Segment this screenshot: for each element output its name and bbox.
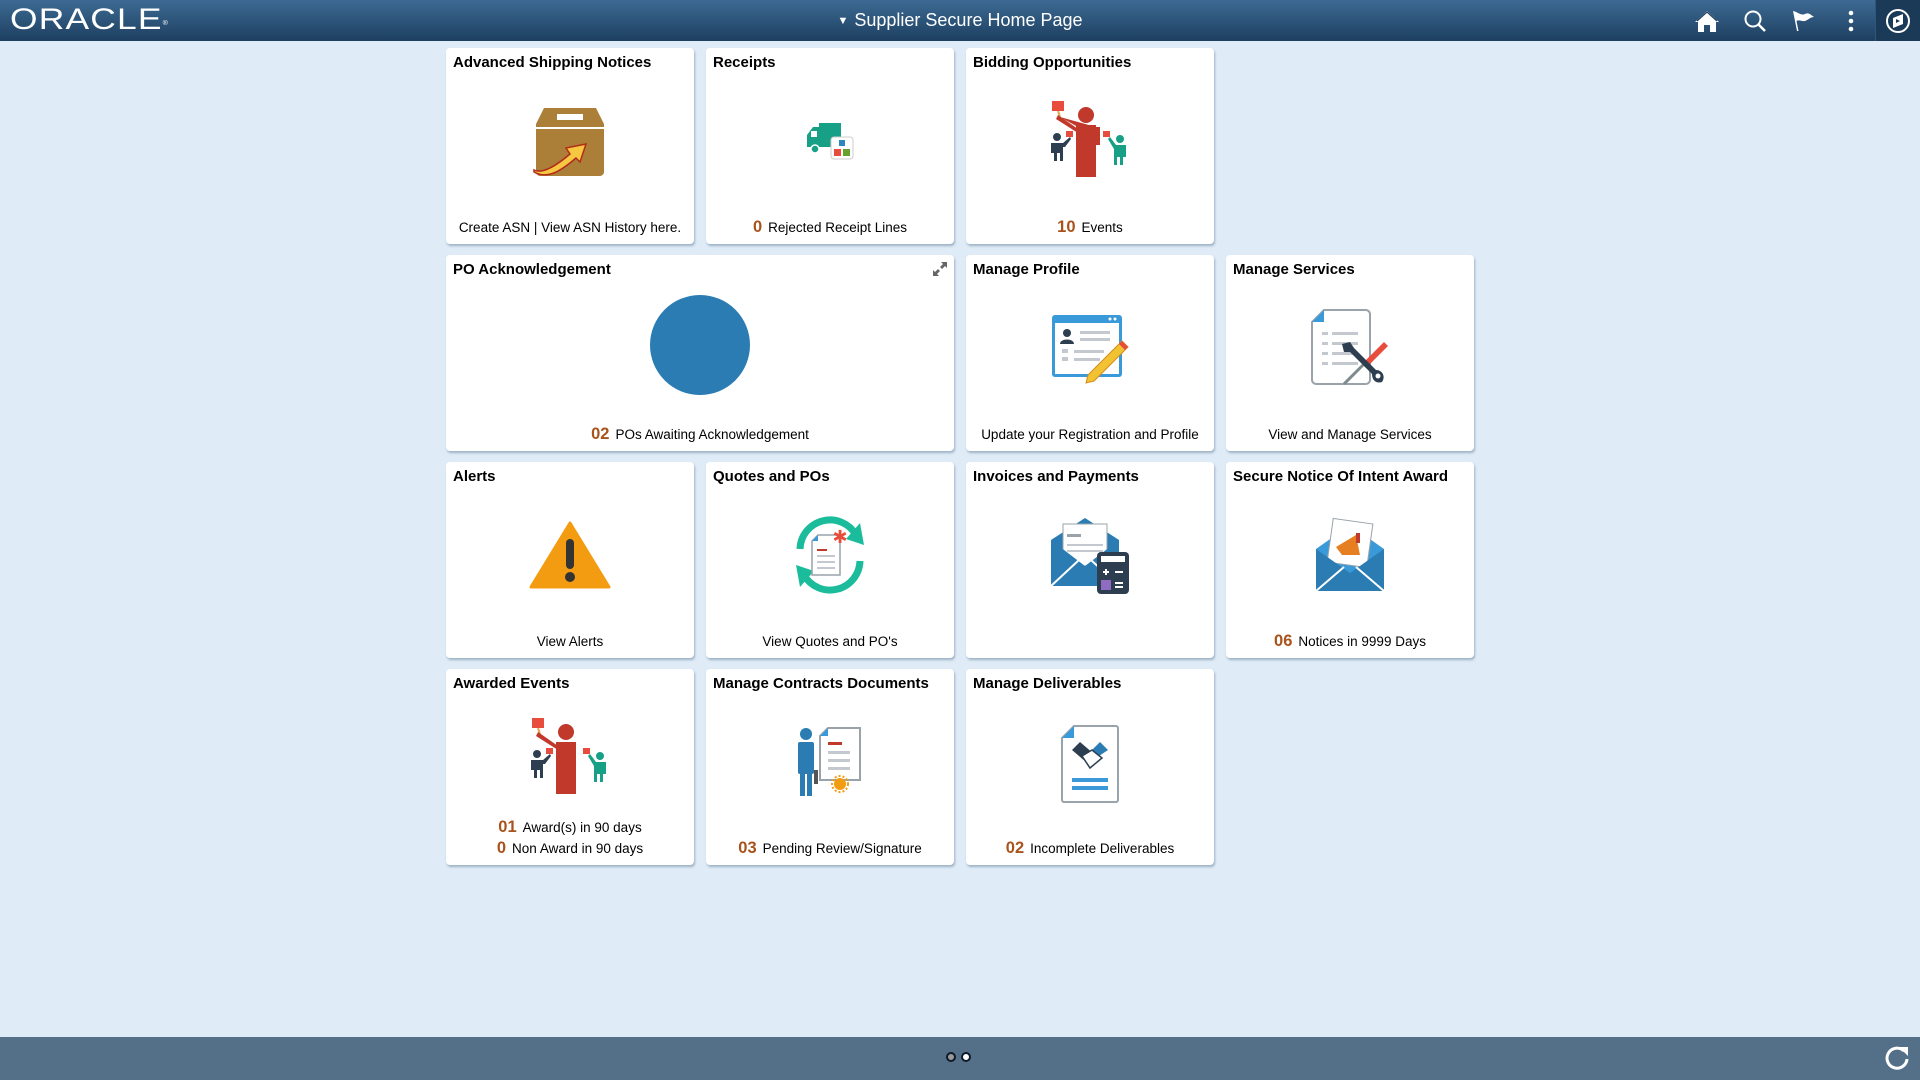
tile-manage-contracts-documents[interactable]: Manage Contracts Documents 03 Pending Rev… [706,669,954,865]
envelope-calculator-icon [966,510,1214,600]
tile-footer-text: View Alerts [536,634,604,649]
tile-title: Quotes and POs [713,468,830,485]
tile-count: 02 [1005,839,1025,857]
home-icon [1695,10,1719,32]
navbar-button[interactable] [1875,0,1920,41]
tile-title: Secure Notice Of Intent Award [1233,468,1449,485]
document-tools-icon [1226,303,1474,393]
tile-title: Advanced Shipping Notices [453,54,652,71]
tile-footer-text: View and Manage Services [1268,427,1432,442]
tile-footer-text: Incomplete Deliverables [1030,841,1175,856]
tile-count: 0 [752,218,763,236]
navbar-compass-icon [1886,8,1910,33]
tile-count: 02 [591,425,610,443]
tile-bidding-opportunities[interactable]: Bidding Opportunities 10 Events [966,48,1214,244]
tile-footer: View Alerts [446,631,694,652]
tile-quotes-and-pos[interactable]: Quotes and POs ✱ View Quotes and PO's [706,462,954,658]
logo-mark: ® [162,21,170,27]
tile-count: 0 [496,839,507,857]
tile-advanced-shipping-notices[interactable]: Advanced Shipping Notices Create ASN | V… [446,48,694,244]
handshake-document-icon [966,719,1214,809]
logo-text: ORACLE [10,3,163,36]
caret-down-icon: ▼ [837,14,849,27]
tile-footer: 0 Rejected Receipt Lines [706,217,954,238]
tile-footer: 06 Notices in 9999 Days [1226,631,1474,652]
tile-footer: 02 POs Awaiting Acknowledgement [446,424,954,445]
tile-title: Receipts [713,54,776,71]
person-contract-icon [706,717,954,807]
tile-footer: View and Manage Services [1226,424,1474,445]
warning-icon [446,510,694,600]
tile-title: Awarded Events [453,675,570,692]
tile-title: Manage Profile [973,261,1080,278]
tile-secure-notice-of-intent-award[interactable]: Secure Notice Of Intent Award 06 Notices … [1226,462,1474,658]
document-refresh-icon: ✱ [706,510,954,600]
tile-footer-text: Pending Review/Signature [762,841,922,856]
page-title-dropdown[interactable]: ▼ Supplier Secure Home Page [837,10,1082,31]
tile-count: 10 [1057,218,1076,236]
tile-footer-line: 01 Award(s) in 90 days [446,817,694,838]
search-icon [1744,10,1766,32]
actions-menu-button[interactable] [1827,0,1875,41]
home-button[interactable] [1683,0,1731,41]
tile-footer: Create ASN | View ASN History here. [446,217,694,238]
tile-footer-text: View Quotes and PO's [762,634,898,649]
page-title: Supplier Secure Home Page [854,10,1083,30]
tile-title: Alerts [453,468,496,485]
tile-count: 01 [498,818,517,836]
shipping-box-icon [446,96,694,186]
tile-footer: View Quotes and PO's [706,631,954,652]
tile-footer: 02 Incomplete Deliverables [966,838,1214,859]
tile-title: Manage Contracts Documents [713,675,929,692]
tile-title: PO Acknowledgement [453,261,611,278]
page-dot-2[interactable] [961,1052,971,1062]
tile-manage-services[interactable]: Manage Services View and Manage Services [1226,255,1474,451]
tile-title: Manage Deliverables [973,675,1122,692]
pie-slice[interactable] [650,295,750,395]
tile-footer: 03 Pending Review/Signature [706,838,954,859]
tile-receipts[interactable]: Receipts 0 Rejected Receipt Lines [706,48,954,244]
tile-footer-text: Create ASN | View ASN History here. [458,220,682,235]
page-dot-1[interactable] [946,1052,956,1062]
expand-icon[interactable] [932,261,948,277]
profile-edit-icon [966,303,1214,393]
tile-footer: Update your Registration and Profile [966,424,1214,445]
tile-title: Bidding Opportunities [973,54,1132,71]
notifications-button[interactable] [1779,0,1827,41]
tile-manage-profile[interactable]: Manage Profile Update your Registration … [966,255,1214,451]
pie-chart [446,293,954,397]
refresh-icon[interactable] [1882,1043,1912,1073]
awarded-people-icon [446,713,694,803]
tile-title: Invoices and Payments [973,468,1139,485]
flag-icon [1793,10,1814,31]
tile-count: 06 [1274,632,1293,650]
top-banner: ORACLE® ▼ Supplier Secure Home Page [0,0,1920,41]
tile-footer-text: Non Award in 90 days [512,841,644,856]
tile-footer-text: Award(s) in 90 days [522,820,642,835]
tile-footer: 01 Award(s) in 90 days 0 Non Award in 90 d… [446,817,694,859]
tile-alerts[interactable]: Alerts View Alerts [446,462,694,658]
page-indicator [946,1052,971,1062]
tile-footer-text: Update your Registration and Profile [981,427,1199,442]
tile-count: 03 [738,839,757,857]
tile-po-acknowledgement[interactable]: PO Acknowledgement 02 POs Awaiting Acknow… [446,255,954,451]
tile-footer-text: POs Awaiting Acknowledgement [615,427,809,442]
tile-footer-line: 0 Non Award in 90 days [446,838,694,859]
tile-title: Manage Services [1233,261,1355,278]
bidding-people-icon [966,96,1214,186]
search-button[interactable] [1731,0,1779,41]
tile-footer-text: Notices in 9999 Days [1298,634,1426,649]
tile-invoices-and-payments[interactable]: Invoices and Payments [966,462,1214,658]
svg-text:✱: ✱ [832,527,847,548]
tile-footer-text: Events [1081,220,1123,235]
tile-footer-text: Rejected Receipt Lines [768,220,908,235]
tile-awarded-events[interactable]: Awarded Events 01 Award(s) in 90 days 0 No… [446,669,694,865]
envelope-megaphone-icon [1226,510,1474,600]
tile-footer: 10 Events [966,217,1214,238]
more-vertical-icon [1848,10,1854,31]
tile-manage-deliverables[interactable]: Manage Deliverables 02 Incomplete Deliver… [966,669,1214,865]
oracle-logo: ORACLE® [10,3,169,37]
delivery-truck-icon [706,96,954,186]
